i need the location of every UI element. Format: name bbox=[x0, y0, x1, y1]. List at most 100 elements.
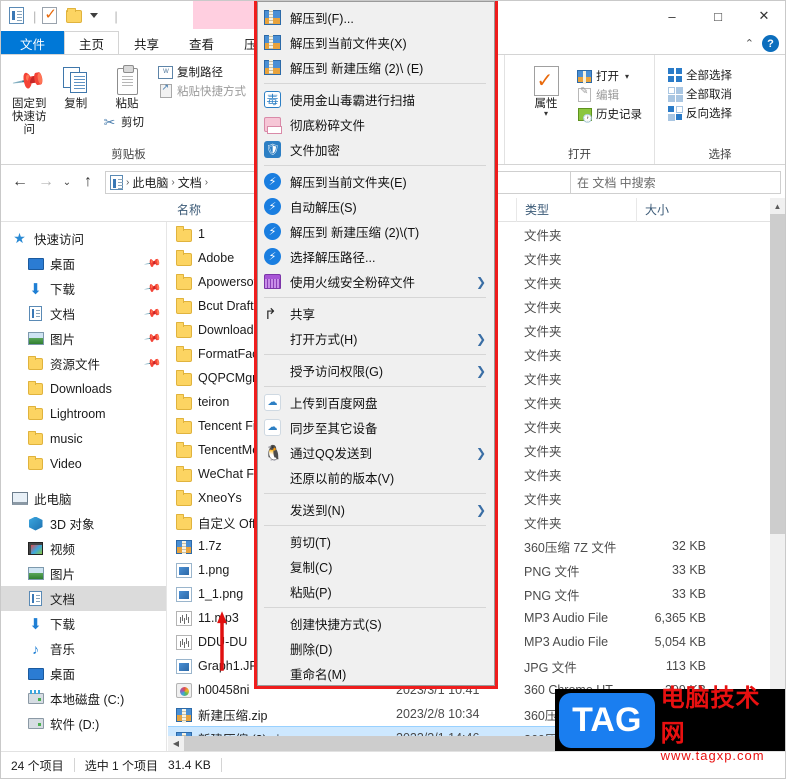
menu-item[interactable]: 粘贴(P) bbox=[258, 579, 494, 604]
menu-item[interactable]: 还原以前的版本(V) bbox=[258, 465, 494, 490]
menu-item[interactable]: 彻底粉碎文件 bbox=[258, 112, 494, 137]
sidebar-item-18[interactable]: 本地磁盘 (C:) bbox=[1, 686, 166, 711]
document-properties-icon[interactable] bbox=[9, 7, 27, 25]
sidebar-item-6[interactable]: Downloads bbox=[1, 376, 166, 401]
menu-item[interactable]: 创建快捷方式(S) bbox=[258, 611, 494, 636]
menu-item[interactable]: 解压到当前文件夹(X) bbox=[258, 30, 494, 55]
menu-item[interactable]: 复制(C) bbox=[258, 554, 494, 579]
sidebar-item-15[interactable]: ⬇ 下载 bbox=[1, 611, 166, 636]
back-button[interactable]: ← bbox=[7, 169, 33, 195]
select-all-button[interactable]: 全部选择 bbox=[665, 66, 736, 84]
menu-item[interactable]: 打开方式(H) ❯ bbox=[258, 326, 494, 351]
sidebar-item-4[interactable]: 图片 📌 bbox=[1, 326, 166, 351]
breadcrumb-item-this-pc[interactable]: 此电脑 bbox=[132, 174, 168, 191]
customize-dropdown-icon[interactable] bbox=[90, 7, 108, 25]
pin-icon[interactable]: 📌 bbox=[144, 279, 163, 298]
scroll-up-icon[interactable]: ▲ bbox=[770, 198, 785, 214]
status-selection-size: 31.4 KB bbox=[168, 758, 211, 772]
annotation-arrow-icon bbox=[217, 611, 227, 671]
menu-item[interactable]: 使用火绒安全粉碎文件 ❯ bbox=[258, 269, 494, 294]
sidebar-item-9[interactable]: Video bbox=[1, 451, 166, 476]
up-button[interactable]: ↑ bbox=[75, 169, 101, 195]
paste-button[interactable]: 粘贴 bbox=[100, 61, 154, 111]
ribbon-group-clipboard-title: 剪贴板 bbox=[111, 149, 146, 161]
maximize-button[interactable]: □ bbox=[695, 1, 741, 31]
sidebar-item-12[interactable]: 视频 bbox=[1, 536, 166, 561]
menu-item[interactable]: ⚡ 自动解压(S) bbox=[258, 194, 494, 219]
history-button[interactable]: 历史记录 bbox=[575, 105, 646, 123]
close-button[interactable]: ✕ bbox=[741, 1, 785, 31]
no-icon bbox=[264, 558, 282, 576]
qq-icon: 🐧 bbox=[264, 444, 283, 462]
column-header-size[interactable]: 大小 bbox=[637, 198, 717, 222]
menu-item[interactable]: 发送到(N) ❯ bbox=[258, 497, 494, 522]
open-dropdown-icon[interactable]: ▾ bbox=[625, 72, 629, 81]
minimize-button[interactable]: – bbox=[649, 1, 695, 31]
sidebar-item-5[interactable]: 资源文件 📌 bbox=[1, 351, 166, 376]
scroll-left-icon[interactable]: ◀ bbox=[168, 736, 184, 751]
chevron-up-icon[interactable]: ⌃ bbox=[745, 37, 754, 50]
pin-icon[interactable]: 📌 bbox=[144, 354, 163, 373]
sidebar-item-11[interactable]: 3D 对象 bbox=[1, 511, 166, 536]
sidebar-item-2[interactable]: ⬇ 下载 📌 bbox=[1, 276, 166, 301]
tab-file[interactable]: 文件 bbox=[1, 31, 65, 55]
vertical-scrollbar[interactable]: ▲ ▼ bbox=[770, 198, 785, 753]
menu-item-label: 粘贴(P) bbox=[290, 586, 332, 600]
cut-button[interactable]: ✂ 剪切 bbox=[100, 113, 154, 131]
sidebar-item-7[interactable]: Lightroom bbox=[1, 401, 166, 426]
menu-item[interactable]: 毒使用金山毒霸进行扫描 bbox=[258, 87, 494, 112]
vertical-scroll-thumb[interactable] bbox=[770, 214, 785, 534]
menu-item[interactable]: 删除(D) bbox=[258, 636, 494, 661]
help-icon[interactable]: ? bbox=[762, 35, 779, 52]
paste-shortcut-button[interactable]: 粘贴快捷方式 bbox=[156, 82, 250, 100]
invert-selection-button[interactable]: 反向选择 bbox=[665, 104, 736, 122]
menu-item[interactable]: 解压到(F)... bbox=[258, 5, 494, 30]
menu-separator bbox=[264, 607, 486, 608]
properties-dropdown-icon[interactable]: ▾ bbox=[544, 109, 548, 118]
sidebar-item-3[interactable]: 文档 📌 bbox=[1, 301, 166, 326]
sidebar-item-10[interactable]: 此电脑 bbox=[1, 486, 166, 511]
menu-item[interactable]: ⚡ 选择解压路径... bbox=[258, 244, 494, 269]
menu-item[interactable]: ↱ 共享 bbox=[258, 301, 494, 326]
select-none-button[interactable]: 全部取消 bbox=[665, 85, 736, 103]
sidebar-item-8[interactable]: music bbox=[1, 426, 166, 451]
file-size: 33 KB bbox=[671, 563, 706, 577]
menu-item[interactable]: ☁ 上传到百度网盘 bbox=[258, 390, 494, 415]
menu-item[interactable]: ⚡ 解压到当前文件夹(E) bbox=[258, 169, 494, 194]
pin-icon[interactable]: 📌 bbox=[144, 254, 163, 273]
search-input[interactable]: 在 文档 中搜索 bbox=[571, 170, 781, 194]
sidebar-item-label: 资源文件 bbox=[50, 358, 101, 372]
menu-item[interactable]: 解压到 新建压缩 (2)\ (E) bbox=[258, 55, 494, 80]
sidebar-item-17[interactable]: 桌面 bbox=[1, 661, 166, 686]
sidebar-item-0[interactable]: ★ 快速访问 bbox=[1, 226, 166, 251]
copy-path-button[interactable]: W 复制路径 bbox=[156, 63, 250, 81]
tab-home[interactable]: 主页 bbox=[64, 31, 120, 55]
pin-icon[interactable]: 📌 bbox=[144, 304, 163, 323]
sidebar-item-13[interactable]: 图片 bbox=[1, 561, 166, 586]
menu-item[interactable]: 🐧 通过QQ发送到 ❯ bbox=[258, 440, 494, 465]
column-header-type[interactable]: 类型 bbox=[517, 197, 637, 222]
forward-button[interactable]: → bbox=[33, 169, 59, 195]
edit-button[interactable]: 编辑 bbox=[575, 86, 646, 104]
tab-share[interactable]: 共享 bbox=[119, 31, 174, 55]
tab-view[interactable]: 查看 bbox=[174, 31, 229, 55]
sidebar-item-19[interactable]: 软件 (D:) bbox=[1, 711, 166, 736]
file-name: 1 bbox=[198, 227, 205, 241]
menu-item[interactable]: 🛡 文件加密 bbox=[258, 137, 494, 162]
sidebar-item-16[interactable]: ♪ 音乐 bbox=[1, 636, 166, 661]
recent-locations-button[interactable]: ⌄ bbox=[59, 169, 75, 195]
sidebar-item-1[interactable]: 桌面 📌 bbox=[1, 251, 166, 276]
horizontal-scroll-thumb[interactable] bbox=[184, 736, 614, 751]
sidebar-item-14[interactable]: 文档 bbox=[1, 586, 166, 611]
menu-item[interactable]: ⚡ 解压到 新建压缩 (2)\(T) bbox=[258, 219, 494, 244]
menu-item[interactable]: 重命名(M) bbox=[258, 661, 494, 685]
menu-item[interactable]: ☁ 同步至其它设备 bbox=[258, 415, 494, 440]
menu-item[interactable]: 剪切(T) bbox=[258, 529, 494, 554]
menu-item[interactable]: 授予访问权限(G) ❯ bbox=[258, 358, 494, 383]
checkbox-icon[interactable] bbox=[42, 5, 60, 25]
ribbon-group-open: 属性 ▾ 打开 ▾ 编辑 历史记录 bbox=[505, 55, 655, 164]
breadcrumb-item-documents[interactable]: 文档 bbox=[178, 174, 202, 191]
open-button[interactable]: 打开 ▾ bbox=[575, 67, 646, 85]
pin-icon[interactable]: 📌 bbox=[144, 329, 163, 348]
new-folder-icon[interactable] bbox=[66, 7, 84, 25]
